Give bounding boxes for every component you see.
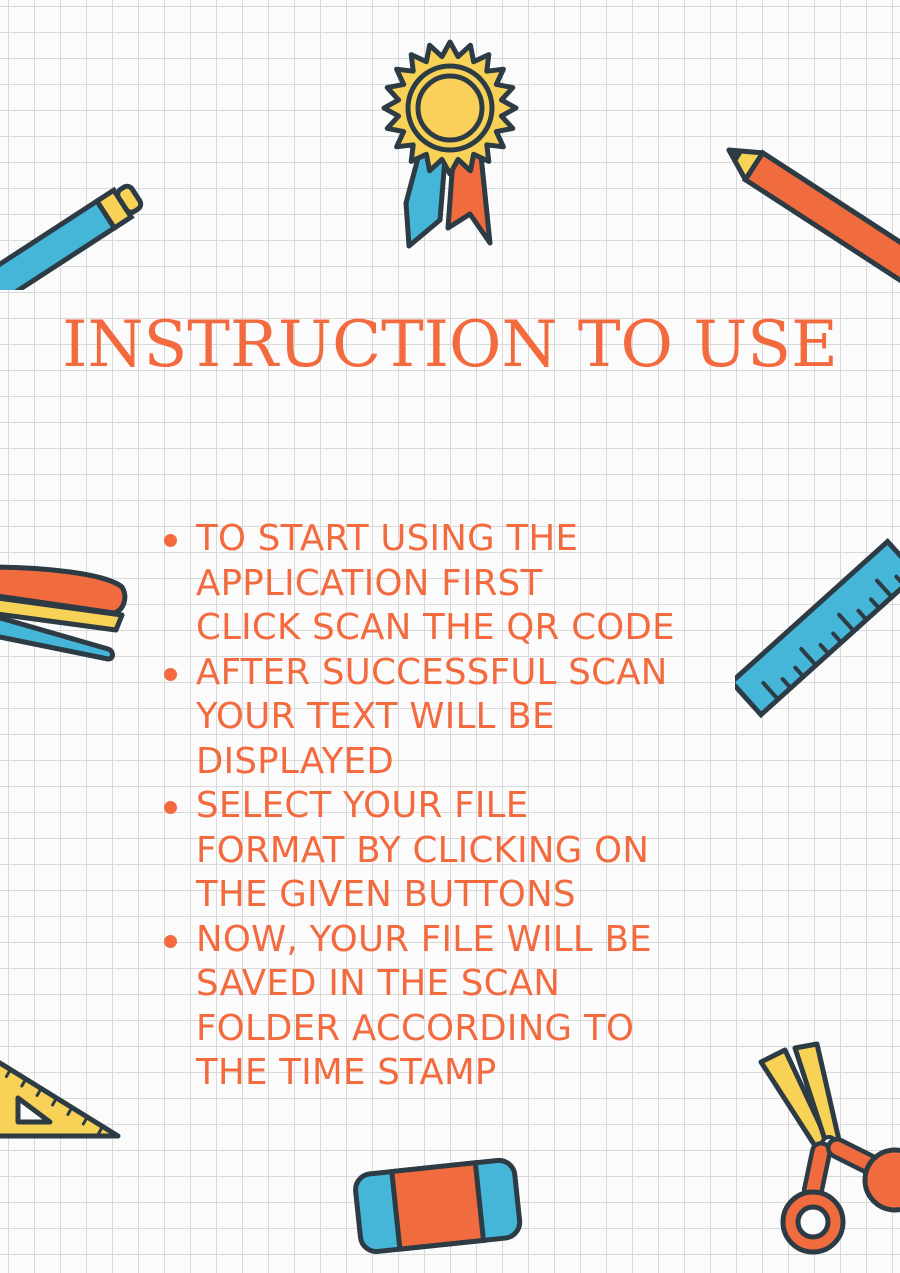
list-item: SELECT YOUR FILE FORMAT BY CLICKING ON T… <box>160 784 760 918</box>
list-item: AFTER SUCCESSFUL SCAN YOUR TEXT WILL BE … <box>160 651 760 785</box>
step-text: SELECT YOUR FILE FORMAT BY CLICKING ON T… <box>196 785 650 915</box>
bullet-icon <box>164 934 177 948</box>
instruction-list: TO START USING THE APPLICATION FIRST CLI… <box>160 517 760 1096</box>
orange-pencil-icon <box>726 147 900 285</box>
stapler-icon <box>0 564 128 662</box>
blue-pencil-icon <box>0 183 144 290</box>
list-item: TO START USING THE APPLICATION FIRST CLI… <box>160 517 760 651</box>
step-text: AFTER SUCCESSFUL SCAN YOUR TEXT WILL BE … <box>196 651 668 782</box>
set-square-icon <box>0 1060 121 1139</box>
bullet-icon <box>164 534 177 547</box>
eraser-icon <box>353 1157 523 1255</box>
instruction-poster: { "title": "INSTRUCTION TO USE", "colors… <box>0 0 900 1273</box>
page-title: INSTRUCTION TO USE <box>62 308 838 382</box>
bullet-icon <box>164 667 177 681</box>
bullet-icon <box>164 801 177 814</box>
award-ribbon-icon <box>381 39 519 249</box>
step-text: NOW, YOUR FILE WILL BE SAVED IN THE SCAN… <box>196 918 652 1094</box>
scissors-icon <box>758 1041 900 1255</box>
step-text: TO START USING THE APPLICATION FIRST CLI… <box>196 518 675 648</box>
list-item: NOW, YOUR FILE WILL BE SAVED IN THE SCAN… <box>160 918 760 1096</box>
